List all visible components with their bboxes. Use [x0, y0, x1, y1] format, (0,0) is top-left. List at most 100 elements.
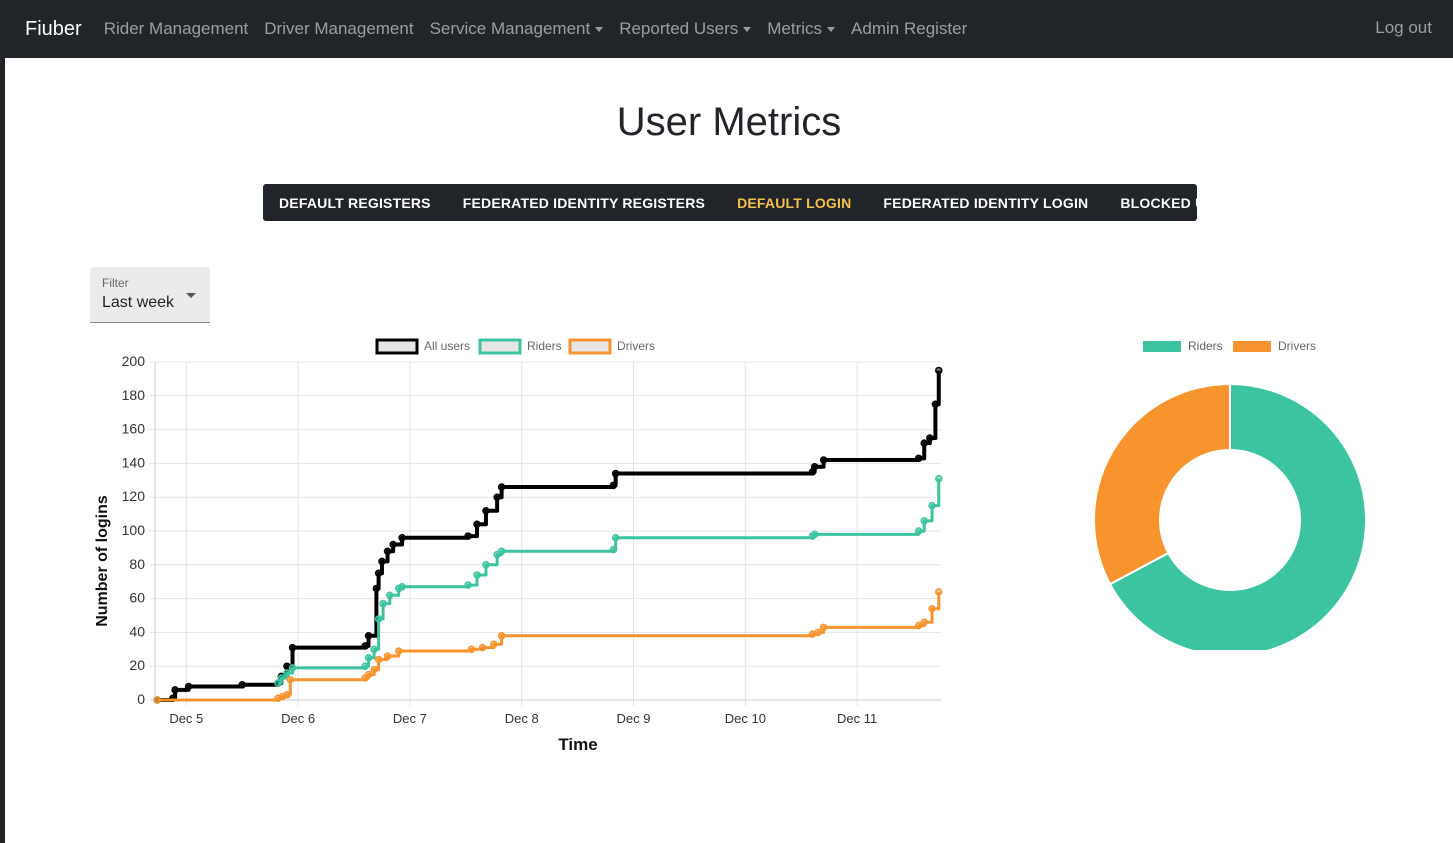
- legend-label: Riders: [1188, 339, 1223, 353]
- legend-label: Riders: [527, 339, 562, 353]
- data-point: [482, 506, 490, 515]
- page-title: User Metrics: [616, 100, 842, 144]
- data-point: [374, 569, 383, 577]
- metrics-tabs: DEFAULT REGISTERS FEDERATED IDENTITY REG…: [263, 184, 1244, 221]
- nav-driver-management[interactable]: Driver Management: [264, 19, 413, 39]
- x-tick-label: Dec 10: [725, 711, 766, 726]
- filter-label: Filter: [102, 276, 129, 290]
- top-navbar: Fiuber Rider Management Driver Managemen…: [5, 0, 1453, 58]
- nav-rider-management[interactable]: Rider Management: [104, 19, 249, 39]
- nav-reported-users-dropdown[interactable]: Reported Users: [619, 19, 752, 39]
- logout-button[interactable]: Log out: [1375, 18, 1432, 38]
- data-point: [928, 604, 936, 613]
- data-point: [935, 588, 943, 596]
- y-tick-label: 20: [129, 657, 145, 673]
- data-point: [398, 583, 406, 591]
- data-point: [611, 469, 620, 478]
- data-point: [286, 675, 295, 684]
- data-point: [364, 654, 373, 662]
- tab-default-registers[interactable]: DEFAULT REGISTERS: [279, 195, 431, 211]
- data-point: [611, 534, 620, 542]
- x-axis-title: Time: [558, 735, 597, 754]
- x-tick-label: Dec 11: [837, 711, 877, 726]
- data-point: [464, 532, 472, 540]
- filter-select[interactable]: Filter Last week: [90, 267, 210, 323]
- data-point: [478, 643, 487, 652]
- nav-admin-register[interactable]: Admin Register: [851, 19, 967, 39]
- tab-federated-identity-login[interactable]: FEDERATED IDENTITY LOGIN: [883, 195, 1088, 211]
- data-point: [497, 632, 506, 640]
- data-point: [370, 645, 378, 654]
- chevron-down-icon: [827, 26, 836, 32]
- x-tick-label: Dec 9: [617, 711, 651, 726]
- data-point: [184, 682, 193, 691]
- data-point: [277, 674, 286, 682]
- tab-default-login[interactable]: DEFAULT LOGIN: [737, 195, 851, 211]
- data-point: [819, 456, 828, 464]
- data-point: [383, 547, 392, 556]
- nav-admin-register-label: Admin Register: [851, 19, 968, 38]
- nav-rider-management-label: Rider Management: [103, 19, 249, 38]
- y-tick-label: 180: [122, 387, 146, 403]
- tab-blocked-users[interactable]: BLOCKED USERS: [1120, 195, 1244, 211]
- y-tick-label: 160: [122, 421, 146, 437]
- data-point: [288, 664, 297, 672]
- data-point: [398, 534, 406, 542]
- x-tick-label: Dec 6: [281, 711, 315, 726]
- data-point: [497, 483, 506, 491]
- data-point: [493, 493, 501, 501]
- doughnut-slice-drivers: [1093, 382, 1231, 586]
- filter-value: Last week: [102, 294, 175, 311]
- y-tick-label: 100: [122, 522, 146, 538]
- data-point: [814, 628, 822, 637]
- data-point: [238, 681, 246, 689]
- data-point: [171, 686, 179, 694]
- legend-swatch: [1143, 341, 1181, 352]
- tab-federated-identity-registers[interactable]: FEDERATED IDENTITY REGISTERS: [463, 195, 705, 211]
- nav-reported-users-label: Reported Users: [619, 19, 739, 38]
- data-point: [609, 545, 618, 554]
- data-point: [482, 561, 490, 569]
- y-tick-label: 200: [122, 353, 146, 369]
- data-point: [467, 645, 476, 654]
- data-point: [389, 540, 397, 549]
- data-point: [935, 474, 943, 483]
- y-tick-label: 120: [122, 488, 146, 504]
- data-point: [473, 571, 481, 579]
- nav-metrics-label: Metrics: [767, 19, 823, 38]
- data-point: [283, 691, 291, 699]
- data-point: [364, 670, 373, 679]
- logins-doughnut-chart: Riders Drivers: [1093, 339, 1367, 650]
- legend-swatch: [568, 338, 612, 355]
- legend-label: Drivers: [1278, 339, 1316, 353]
- data-point: [931, 400, 940, 408]
- data-point: [810, 530, 819, 539]
- data-point: [819, 623, 828, 632]
- legend-swatch: [1233, 341, 1271, 352]
- data-point: [920, 517, 928, 525]
- brand-logo[interactable]: Fiuber: [25, 18, 82, 41]
- data-point: [394, 647, 403, 655]
- nav-metrics-dropdown[interactable]: Metrics: [767, 19, 836, 39]
- chevron-down-icon: [743, 26, 752, 32]
- data-point: [288, 643, 297, 652]
- data-point: [374, 655, 383, 664]
- data-point: [372, 584, 381, 593]
- data-point: [490, 640, 498, 648]
- nav-service-management-dropdown[interactable]: Service Management: [430, 19, 604, 39]
- data-point: [920, 439, 928, 447]
- data-point: [920, 618, 928, 627]
- data-point: [361, 642, 369, 650]
- data-point: [374, 615, 383, 623]
- data-point: [283, 669, 291, 677]
- data-point: [497, 547, 506, 556]
- data-point: [473, 520, 481, 528]
- data-point: [928, 501, 936, 510]
- data-point: [379, 599, 387, 608]
- y-tick-label: 40: [129, 623, 145, 639]
- data-point: [370, 665, 378, 674]
- data-point: [153, 696, 161, 704]
- data-point: [914, 454, 923, 463]
- nav-driver-management-label: Driver Management: [264, 19, 414, 38]
- y-tick-label: 80: [129, 556, 145, 572]
